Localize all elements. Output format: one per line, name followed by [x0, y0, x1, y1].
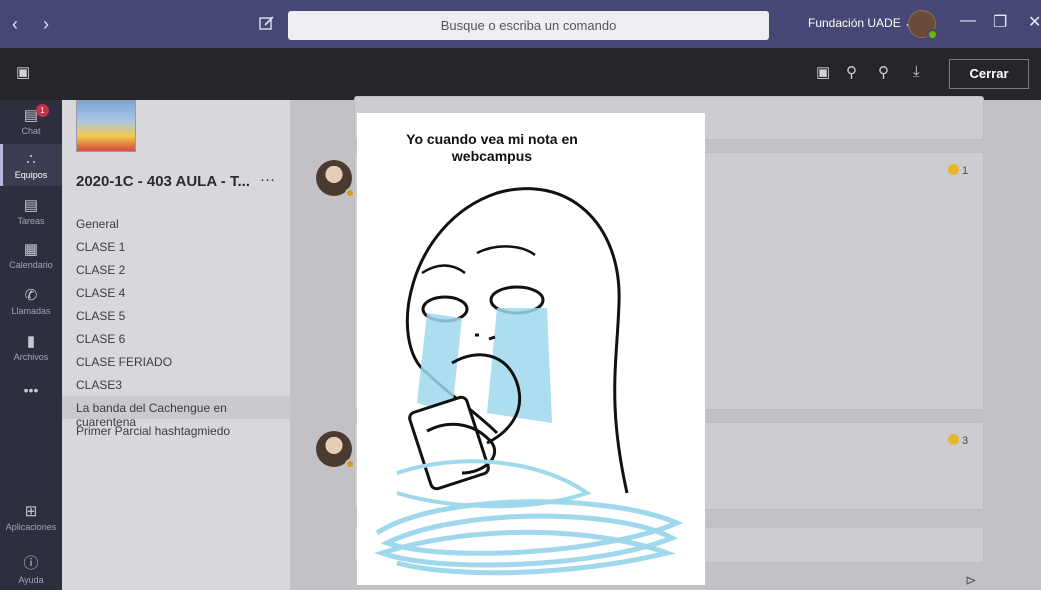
rail-help[interactable]: ⓘ Ayuda [0, 552, 62, 588]
channel-general[interactable]: General [76, 217, 119, 231]
smile-reaction-icon [948, 434, 959, 445]
rail-teams[interactable]: ∴ Equipos [0, 144, 62, 186]
minimize-icon[interactable]: — [960, 12, 976, 30]
presence-away-icon [345, 188, 355, 198]
rail-help-label: Ayuda [18, 575, 44, 585]
title-bar: ‹ › Busque o escriba un comando Fundació… [0, 0, 1041, 48]
author-avatar[interactable] [316, 160, 355, 198]
chat-icon: ▤ [23, 107, 39, 124]
calendar-icon: ▦ [23, 241, 39, 258]
channel-clase-1[interactable]: CLASE 1 [76, 240, 125, 254]
team-name: 2020-1C - 403 AULA - T... [76, 173, 250, 190]
chat-badge: 1 [36, 104, 49, 117]
rail-tasks-label: Tareas [17, 216, 45, 226]
rail-files[interactable]: ▮ Archivos [0, 332, 62, 366]
more-apps-icon[interactable]: ••• [0, 382, 62, 402]
channel-primer-parcial[interactable]: Primer Parcial hashtagmiedo [76, 424, 230, 438]
rail-tasks[interactable]: ▤ Tareas [0, 196, 62, 230]
team-image [76, 100, 136, 152]
channel-clase-feriado[interactable]: CLASE FERIADO [76, 355, 172, 369]
rail-apps-label: Aplicaciones [5, 522, 57, 532]
channel-clase-5[interactable]: CLASE 5 [76, 309, 125, 323]
channel-list-pane: 2020-1C - 403 AULA - T... ··· General CL… [62, 100, 290, 590]
zoom-out-icon[interactable]: ⚲ [846, 63, 857, 81]
send-icon[interactable]: ⊳ [965, 572, 977, 589]
reaction-count[interactable]: 3 [948, 434, 968, 447]
maximize-icon[interactable]: ❐ [993, 12, 1007, 32]
rail-calendar-label: Calendario [9, 260, 53, 270]
author-avatar[interactable] [316, 431, 355, 469]
team-more-options-icon[interactable]: ··· [260, 171, 275, 188]
apps-icon: ⊞ [24, 503, 38, 520]
phone-icon: ✆ [24, 287, 38, 304]
close-window-icon[interactable]: ✕ [1028, 12, 1041, 32]
rail-files-label: Archivos [13, 352, 49, 362]
channel-clase3[interactable]: CLASE3 [76, 378, 122, 392]
reaction-count-value: 3 [962, 435, 969, 447]
rail-chat[interactable]: ▤ Chat 1 [0, 104, 62, 146]
image-icon: ▣ [16, 64, 31, 81]
reaction-count[interactable]: 1 [948, 164, 968, 177]
smile-reaction-icon [948, 164, 959, 175]
crying-meme-drawing [374, 187, 684, 576]
user-avatar[interactable] [908, 10, 938, 40]
reaction-count-value: 1 [962, 165, 969, 177]
org-switcher[interactable]: Fundación UADE ⌄ [808, 16, 914, 30]
rail-calls[interactable]: ✆ Llamadas [0, 286, 62, 320]
image-viewer-toolbar: ▣ ▣ ⚲ ⚲ ⤓ Cerrar [0, 48, 1041, 100]
presence-available-icon [927, 29, 938, 40]
close-viewer-button[interactable]: Cerrar [949, 59, 1029, 89]
rail-teams-label: Equipos [14, 170, 48, 180]
presence-away-icon [345, 459, 355, 469]
download-icon[interactable]: ⤓ [913, 63, 920, 80]
app-bar: ▤ Chat 1 ∴ Equipos ▤ Tareas ▦ Calendario… [0, 100, 62, 590]
file-icon: ▮ [26, 333, 36, 350]
new-chat-icon[interactable] [258, 14, 276, 32]
rail-apps[interactable]: ⊞ Aplicaciones [0, 502, 62, 542]
search-input[interactable]: Busque o escriba un comando [288, 11, 769, 40]
zoom-in-icon[interactable]: ⚲ [878, 63, 889, 81]
rail-calls-label: Llamadas [11, 306, 51, 316]
channel-clase-6[interactable]: CLASE 6 [76, 332, 125, 346]
fit-screen-icon[interactable]: ▣ [816, 63, 830, 81]
rail-calendar[interactable]: ▦ Calendario [0, 240, 62, 274]
back-forward-arrows[interactable]: ‹ › [12, 14, 59, 35]
help-icon: ⓘ [23, 555, 39, 572]
channel-clase-2[interactable]: CLASE 2 [76, 263, 125, 277]
teams-icon: ∴ [26, 151, 36, 168]
rail-chat-label: Chat [21, 126, 41, 136]
channel-clase-4[interactable]: CLASE 4 [76, 286, 125, 300]
meme-image: Yo cuando vea mi nota en webcampus [357, 113, 705, 585]
tasks-icon: ▤ [23, 197, 39, 214]
